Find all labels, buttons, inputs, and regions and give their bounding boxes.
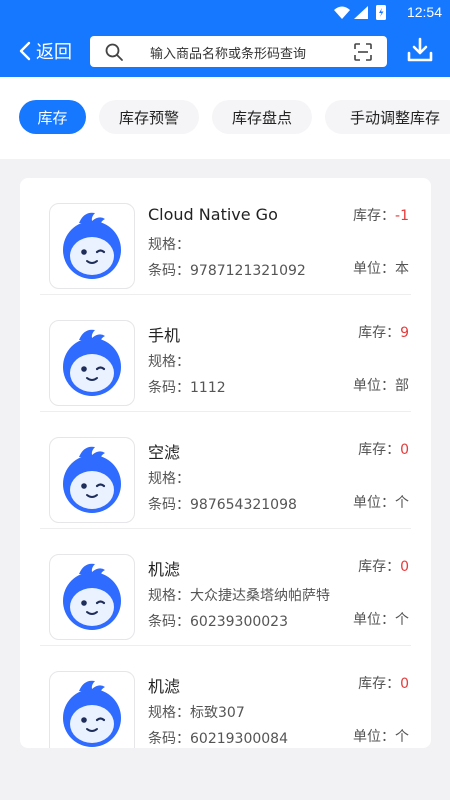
product-unit: 单位：个	[353, 495, 409, 511]
product-unit: 单位：本	[353, 261, 409, 277]
product-unit: 单位：个	[353, 612, 409, 628]
product-barcode: 条码：60219300084	[148, 731, 288, 747]
product-barcode: 条码：987654321098	[148, 497, 297, 513]
search-input[interactable]: 输入商品名称或条形码查询	[150, 43, 306, 62]
status-time: 12:54	[406, 4, 442, 20]
chevron-left-icon	[19, 41, 31, 61]
status-icons	[334, 5, 386, 20]
back-label: 返回	[36, 42, 72, 63]
product-stock: 库存：0	[358, 442, 409, 458]
product-spec: 规格：	[148, 237, 190, 253]
product-thumbnail	[49, 554, 135, 640]
tab-stock[interactable]: 库存	[19, 100, 86, 134]
search-icon	[105, 43, 123, 61]
tab-stock-check[interactable]: 库存盘点	[212, 100, 312, 134]
product-thumbnail	[49, 437, 135, 523]
scan-icon[interactable]	[353, 42, 373, 62]
product-spec: 规格：大众捷达桑塔纳帕萨特	[148, 588, 330, 604]
product-name: 空滤	[148, 443, 181, 462]
product-name: 手机	[148, 326, 181, 345]
download-icon[interactable]	[406, 36, 434, 64]
tab-bar: 库存 库存预警 库存盘点 手动调整库存	[0, 77, 450, 159]
back-button[interactable]: 返回	[18, 37, 72, 65]
product-list: Cloud Native Go 规格： 条码：9787121321092 库存：…	[20, 178, 431, 748]
product-name: 机滤	[148, 677, 181, 696]
mascot-logo-icon	[63, 329, 121, 396]
tab-manual-adjust[interactable]: 手动调整库存	[325, 100, 450, 134]
list-item[interactable]: 机滤 规格：大众捷达桑塔纳帕萨特 条码：60239300023 库存：0 单位：…	[20, 529, 431, 646]
mascot-logo-icon	[63, 446, 121, 513]
product-spec: 规格：标致307	[148, 705, 245, 721]
list-item[interactable]: Cloud Native Go 规格： 条码：9787121321092 库存：…	[20, 178, 431, 295]
product-thumbnail	[49, 671, 135, 748]
list-item[interactable]: 机滤 规格：标致307 条码：60219300084 库存：0 单位：个	[20, 646, 431, 748]
product-spec: 规格：	[148, 354, 190, 370]
product-stock: 库存：0	[358, 676, 409, 692]
product-name: 机滤	[148, 560, 181, 579]
product-stock: 库存：-1	[353, 208, 409, 224]
app-header: 12:54 返回 输入商品名称或条形码查询	[0, 0, 450, 77]
product-stock: 库存：9	[358, 325, 409, 341]
product-name: Cloud Native Go	[148, 205, 278, 224]
mascot-logo-icon	[63, 680, 121, 747]
product-thumbnail	[49, 320, 135, 406]
search-bar[interactable]: 输入商品名称或条形码查询	[90, 36, 387, 67]
tab-stock-alert[interactable]: 库存预警	[99, 100, 199, 134]
mascot-logo-icon	[63, 563, 121, 630]
product-barcode: 条码：1112	[148, 380, 226, 396]
status-bar: 12:54	[0, 0, 450, 26]
product-spec: 规格：	[148, 471, 190, 487]
product-unit: 单位：个	[353, 729, 409, 745]
product-barcode: 条码：60239300023	[148, 614, 288, 630]
product-barcode: 条码：9787121321092	[148, 263, 306, 279]
list-item[interactable]: 空滤 规格： 条码：987654321098 库存：0 单位：个	[20, 412, 431, 529]
list-item[interactable]: 手机 规格： 条码：1112 库存：9 单位：部	[20, 295, 431, 412]
product-stock: 库存：0	[358, 559, 409, 575]
mascot-logo-icon	[63, 212, 121, 279]
product-unit: 单位：部	[353, 378, 409, 394]
product-thumbnail	[49, 203, 135, 289]
